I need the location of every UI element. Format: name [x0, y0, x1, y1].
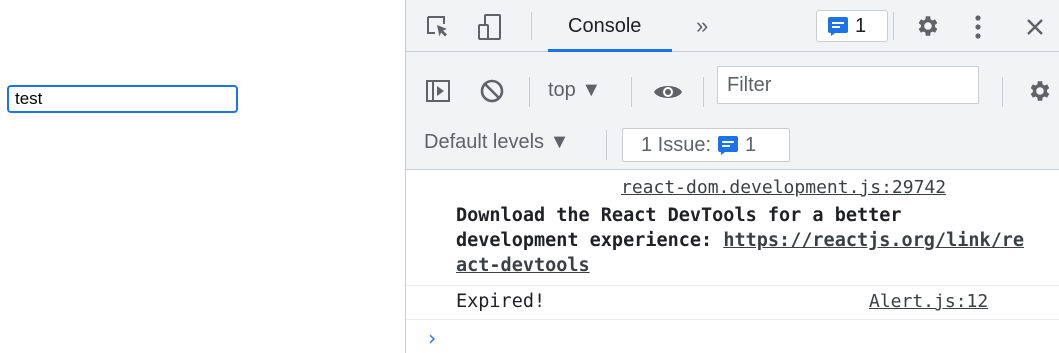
- text-input[interactable]: [7, 85, 238, 113]
- source-link[interactable]: react-dom.development.js:29742: [621, 177, 946, 198]
- console-message: react-dom.development.js:29742 Download …: [406, 170, 1059, 286]
- kebab-menu-icon[interactable]: [970, 12, 986, 42]
- inspect-element-icon[interactable]: [424, 14, 452, 40]
- message-text: Expired!: [456, 291, 546, 312]
- message-icon: [828, 17, 848, 36]
- levels-row: Default levels ▼ 1 Issue: 1: [406, 118, 1059, 170]
- log-levels-dropdown[interactable]: Default levels ▼: [424, 131, 569, 154]
- console-toolbar: top ▼: [406, 52, 1059, 118]
- message-text: Download the React DevTools for a better…: [456, 203, 1026, 278]
- sidebar-toggle-icon[interactable]: [424, 77, 452, 105]
- close-icon[interactable]: [1022, 14, 1048, 40]
- source-link[interactable]: Alert.js:12: [869, 291, 988, 312]
- eye-icon[interactable]: [652, 79, 684, 105]
- message-icon: [718, 136, 739, 155]
- device-toolbar-icon[interactable]: [476, 12, 506, 42]
- issues-button[interactable]: 1 Issue: 1: [622, 128, 790, 162]
- console-prompt[interactable]: ›: [426, 326, 438, 350]
- clear-console-icon[interactable]: [478, 77, 506, 105]
- issues-counter-value: 1: [855, 14, 867, 37]
- issues-counter-button[interactable]: 1: [816, 10, 888, 42]
- more-tabs-icon[interactable]: »: [696, 13, 708, 39]
- gear-icon[interactable]: [912, 11, 942, 41]
- context-selector[interactable]: top ▼: [548, 79, 601, 102]
- issues-label: 1 Issue:: [641, 133, 712, 156]
- filter-input[interactable]: [717, 66, 979, 104]
- tab-console[interactable]: Console: [568, 15, 641, 38]
- issues-count: 1: [745, 133, 757, 156]
- console-message: Expired! Alert.js:12: [406, 286, 1059, 320]
- devtools-panel: Console » 1 top ▼ Filter Default levels …: [405, 0, 1059, 353]
- console-settings-gear-icon[interactable]: [1024, 76, 1054, 106]
- devtools-tab-bar: Console » 1: [406, 0, 1059, 52]
